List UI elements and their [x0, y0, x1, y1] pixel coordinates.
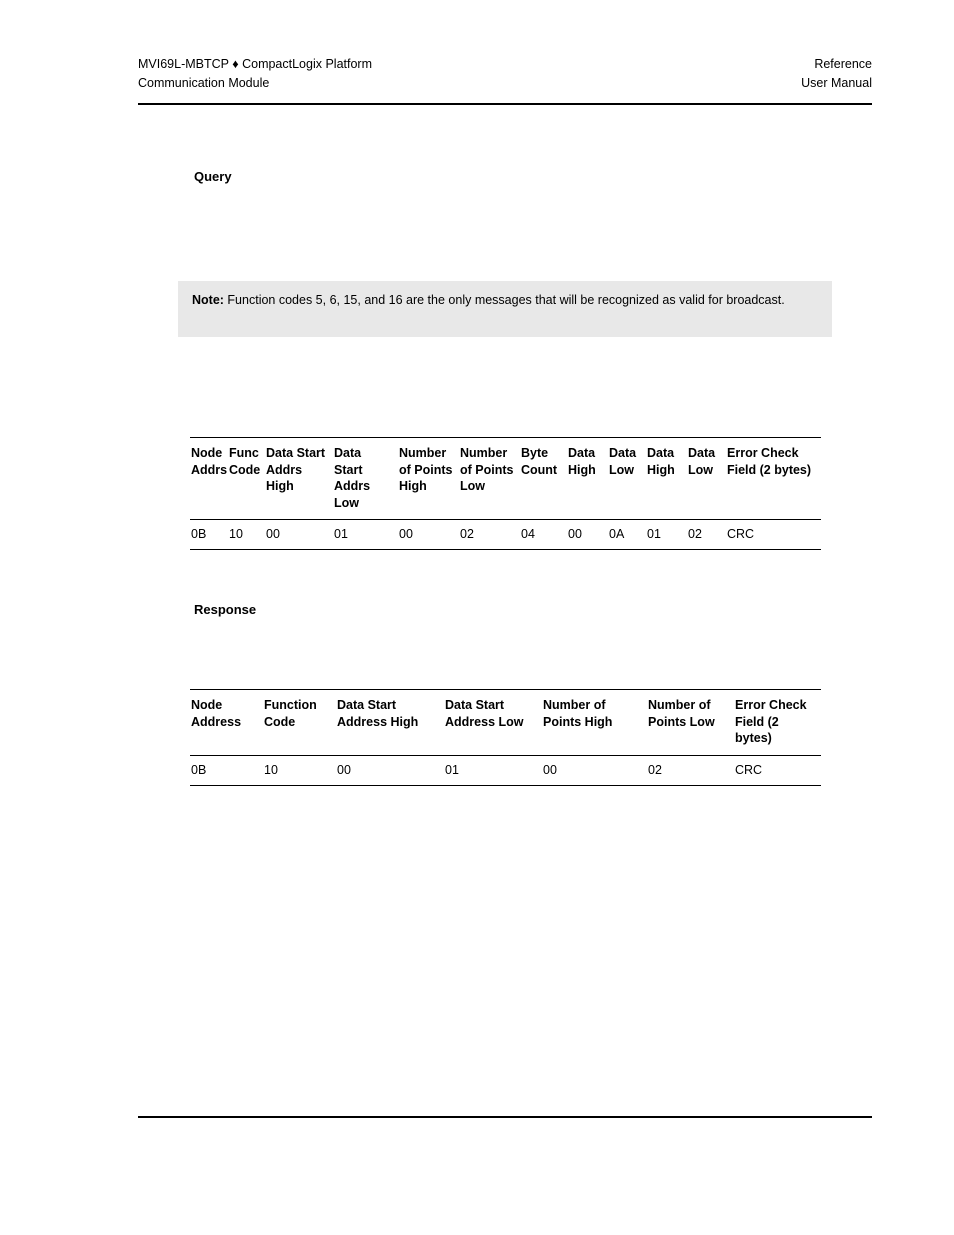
column-header: Number of Points High: [399, 446, 453, 493]
column-header: Number of Points Low: [460, 446, 514, 493]
column-header: Data High: [568, 446, 596, 477]
table-cell: 00: [399, 527, 413, 541]
column-header: Byte Count: [521, 446, 558, 477]
column-header: Number of Points Low: [648, 698, 715, 729]
column-header: Data Low: [688, 446, 716, 477]
header-doc-type-line: Reference: [814, 57, 872, 71]
note-text: Note: Function codes 5, 6, 15, and 16 ar…: [192, 291, 818, 309]
column-header: Node Address: [191, 698, 242, 729]
table-cell: 10: [229, 527, 243, 541]
table-cell: 0B: [191, 527, 207, 541]
footer-divider-rule: [138, 1116, 872, 1118]
table-cell: CRC: [735, 762, 763, 777]
table-cell: 04: [521, 527, 535, 541]
column-header: Node Addrs: [191, 446, 228, 477]
header-divider-rule: [138, 103, 872, 105]
column-header: Error Check Field (2 bytes): [727, 446, 812, 477]
document-page: MVI69L-MBTCP ♦ CompactLogix Platform Com…: [0, 0, 954, 1235]
header-manual-line: User Manual: [801, 76, 872, 90]
column-header: Data Low: [609, 446, 637, 477]
table-cell: 02: [648, 762, 662, 777]
column-header: Data Start Address Low: [445, 698, 524, 729]
column-header: Error Check Field (2 bytes): [735, 698, 807, 745]
column-header: Data Start Address High: [337, 698, 419, 729]
table-row: 0B 10 00 01 00 02 CRC: [190, 755, 821, 785]
table-cell: CRC: [727, 527, 755, 541]
header-module-line: Communication Module: [138, 76, 270, 90]
table-cell: 02: [688, 527, 702, 541]
response-section-heading: Response: [194, 602, 257, 617]
column-header: Data Start Addrs Low: [334, 446, 371, 510]
note-callout: Note: Function codes 5, 6, 15, and 16 ar…: [178, 281, 832, 337]
table-cell: 00: [337, 762, 351, 777]
table-header-row: Node Address Function Code Data Start Ad…: [190, 689, 821, 755]
table-cell: 01: [445, 762, 459, 777]
query-section-heading: Query: [194, 169, 232, 184]
column-header: Data High: [647, 446, 675, 477]
table-cell: 01: [334, 527, 348, 541]
table-cell: 00: [266, 527, 280, 541]
response-message-table: Node Address Function Code Data Start Ad…: [190, 689, 821, 786]
table-cell: 00: [568, 527, 582, 541]
header-right-block: Reference User Manual: [801, 55, 872, 93]
table-cell: 00: [543, 762, 557, 777]
header-left-block: MVI69L-MBTCP ♦ CompactLogix Platform Com…: [138, 55, 372, 93]
running-header: MVI69L-MBTCP ♦ CompactLogix Platform Com…: [138, 55, 872, 93]
table-header-row: Node Addrs Func Code Data Start Addrs Hi…: [190, 437, 821, 520]
table-row: 0B 10 00 01 00 02 04 00 0A 01 02 CRC: [190, 520, 821, 550]
table-cell: 0A: [609, 527, 625, 541]
table-cell: 01: [647, 527, 661, 541]
column-header: Number of Points High: [543, 698, 613, 729]
header-product-line: MVI69L-MBTCP ♦ CompactLogix Platform: [138, 57, 373, 71]
table-cell: 0B: [191, 762, 207, 777]
column-header: Func Code: [229, 446, 261, 477]
table-cell: 10: [264, 762, 278, 777]
column-header: Data Start Addrs High: [266, 446, 326, 493]
table-cell: 02: [460, 527, 474, 541]
column-header: Function Code: [264, 698, 317, 729]
note-label: Note:: [192, 293, 224, 307]
query-message-table: Node Addrs Func Code Data Start Addrs Hi…: [190, 437, 821, 550]
note-body: Function codes 5, 6, 15, and 16 are the …: [223, 293, 785, 307]
